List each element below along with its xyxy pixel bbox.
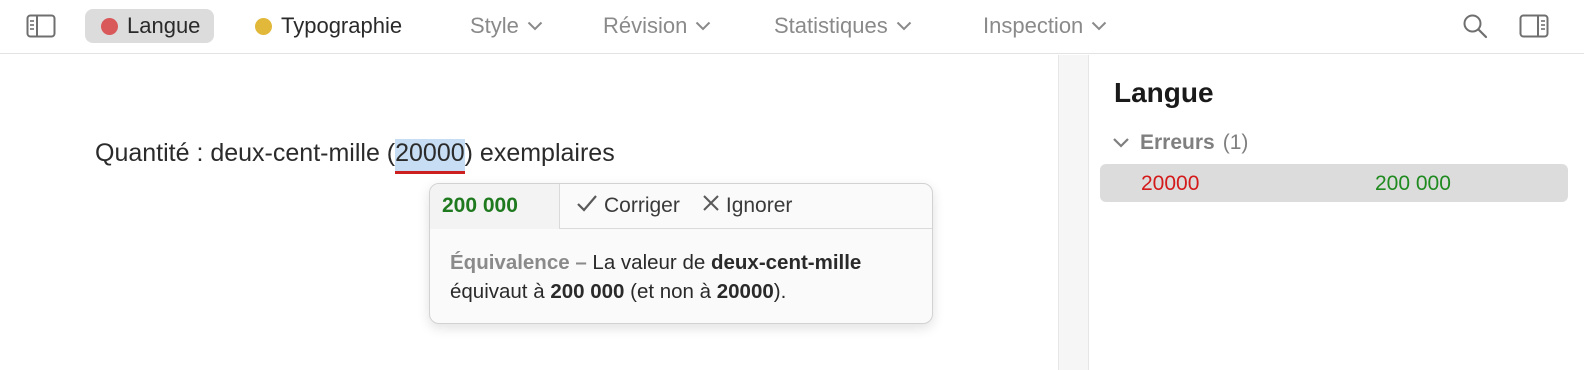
inspector-panel: Langue Erreurs (1) 20000 200 000 [1090,55,1584,370]
message-text: équivaut à [450,280,551,303]
red-dot-icon [101,17,118,35]
message-bold: 20000 [716,280,774,303]
chevron-down-icon [1091,21,1107,31]
fix-button-label: Corriger [604,194,680,217]
message-bold: deux-cent-mille [710,251,862,274]
sidebar-right-icon[interactable] [1517,10,1551,42]
close-icon [702,194,726,218]
chevron-down-icon [896,21,912,31]
toolbar: Langue Typographie Style Révision Statis… [0,0,1584,54]
menu-inspection-label: Inspection [983,13,1084,38]
suggestion-popover: 200 000 Corriger Ignorer Équivalence – L… [429,183,933,324]
panel-divider[interactable] [1058,55,1089,370]
menu-revision-label: Révision [603,13,688,38]
checkmark-icon [576,193,604,219]
yellow-dot-icon [255,17,272,35]
panel-title: Langue [1114,77,1214,108]
text-after: ) exemplaires [464,139,615,167]
message-text: ). [773,280,787,303]
popover-actions: 200 000 Corriger Ignorer [430,184,932,229]
message-text: La valeur de [586,251,711,274]
menu-inspection[interactable]: Inspection [983,9,1107,43]
tab-langue[interactable]: Langue [85,9,215,43]
fix-button[interactable]: Corriger [576,193,680,219]
tab-langue-label: Langue [127,13,201,38]
message-text: (et non à [624,280,717,303]
sidebar-left-icon[interactable] [24,10,58,42]
error-original: 20000 [1141,172,1200,195]
ignore-button-label: Ignorer [725,194,793,217]
tab-typographie-label: Typographie [281,13,403,38]
chevron-down-icon [527,21,543,31]
menu-style[interactable]: Style [470,9,543,43]
errors-group-label: Erreurs [1140,131,1215,154]
error-list-item[interactable]: 20000 200 000 [1100,164,1568,202]
text-line[interactable]: Quantité : deux-cent-mille (20000) exemp… [95,139,615,174]
menu-style-label: Style [470,13,519,38]
text-before: Quantité : deux-cent-mille ( [95,139,396,167]
search-icon[interactable] [1458,10,1492,42]
chevron-down-icon[interactable] [1112,131,1130,155]
menu-statistiques[interactable]: Statistiques [774,9,912,43]
chevron-down-icon [695,21,711,31]
editor[interactable]: Quantité : deux-cent-mille (20000) exemp… [0,55,1058,370]
suggestion-button[interactable]: 200 000 [430,184,560,229]
message-bold: 200 000 [550,280,625,303]
ignore-button[interactable]: Ignorer [702,194,793,218]
errors-group[interactable]: Erreurs (1) [1112,131,1248,155]
flagged-word[interactable]: 20000 [395,139,465,174]
popover-message: Équivalence – La valeur de deux-cent-mil… [430,229,932,306]
error-correction: 200 000 [1375,172,1451,195]
errors-group-count: (1) [1222,131,1249,154]
menu-revision[interactable]: Révision [603,9,711,43]
tab-typographie[interactable]: Typographie [255,9,402,43]
rule-name: Équivalence – [450,251,587,274]
menu-statistiques-label: Statistiques [774,13,888,38]
